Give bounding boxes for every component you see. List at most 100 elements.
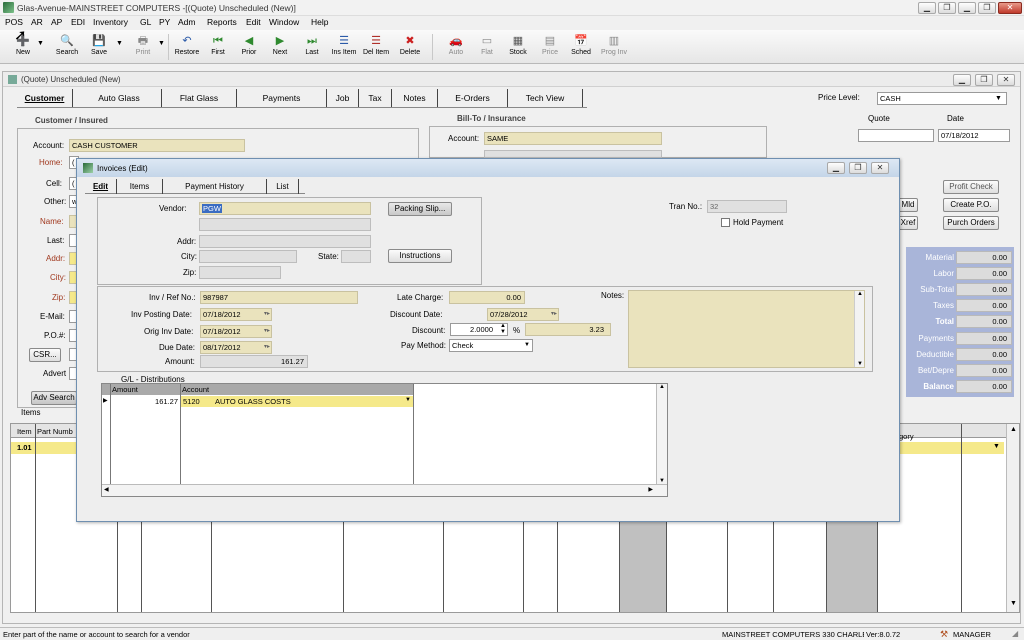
create-po-button[interactable]: Create P.O.	[943, 198, 999, 212]
quote-restore-button[interactable]: ❐	[975, 74, 993, 86]
menu-help[interactable]: Help	[311, 17, 328, 27]
tab-items[interactable]: Items	[117, 179, 163, 194]
tab-payments[interactable]: Payments	[237, 89, 327, 107]
account-field[interactable]: CASH CUSTOMER	[69, 139, 245, 152]
new-dropdown-icon[interactable]: ▼	[37, 40, 44, 47]
menu-edit[interactable]: Edit	[246, 17, 261, 27]
prog-inv-button[interactable]: ▥ Prog Inv	[597, 33, 631, 61]
last-button[interactable]: ⏭ Last	[297, 33, 327, 61]
quote-number-field[interactable]	[858, 129, 934, 142]
tab-edit[interactable]: Edit	[85, 179, 117, 194]
grid-dropdown-icon[interactable]: ▼	[993, 443, 1000, 450]
packing-slip-button[interactable]: Packing Slip...	[388, 202, 452, 216]
app-minimize-button[interactable]: ▁	[958, 2, 976, 14]
prior-button[interactable]: ◀ Prior	[234, 33, 264, 61]
pay-method-select[interactable]: Check ▼	[449, 339, 533, 352]
xref-button[interactable]: Xref	[898, 216, 918, 230]
tab-auto-glass[interactable]: Auto Glass	[77, 89, 162, 107]
quote-close-button[interactable]: ✕	[997, 74, 1015, 86]
first-button[interactable]: ⏮ First	[203, 33, 233, 61]
save-dropdown-icon[interactable]: ▼	[116, 40, 123, 47]
menu-window[interactable]: Window	[269, 17, 299, 27]
due-date-field[interactable]: 08/17/2012 ▾▸	[200, 341, 272, 354]
billto-name-field[interactable]	[484, 150, 662, 158]
instructions-button[interactable]: Instructions	[388, 249, 452, 263]
tab-e-orders[interactable]: E-Orders	[438, 89, 508, 107]
dialog-maximize-button[interactable]: ❐	[849, 162, 867, 174]
menu-edi[interactable]: EDI	[71, 17, 85, 27]
minimize-button[interactable]: ▁	[918, 2, 936, 14]
del-item-button[interactable]: ☰ Del Item	[360, 33, 392, 61]
scroll-down-icon[interactable]: ▼	[857, 361, 863, 367]
close-button[interactable]: ✕	[998, 2, 1022, 14]
search-button[interactable]: 🔍 Search	[52, 33, 82, 61]
auto-button[interactable]: 🚗 Auto	[441, 33, 471, 61]
tab-tech-view[interactable]: Tech View	[508, 89, 583, 107]
sched-button[interactable]: 📅 Sched	[566, 33, 596, 61]
flat-button[interactable]: ▭ Flat	[472, 33, 502, 61]
tab-payment-history[interactable]: Payment History	[163, 179, 267, 194]
price-level-select[interactable]: CASH ▼	[877, 92, 1007, 105]
discount-date-field[interactable]: 07/28/2012 ▾▸	[487, 308, 559, 321]
tab-flat-glass[interactable]: Flat Glass	[162, 89, 237, 107]
delete-button[interactable]: ✖ Delete	[395, 33, 425, 61]
notes-scrollbar[interactable]: ▲ ▼	[854, 291, 864, 367]
vendor-field[interactable]: PGW	[199, 202, 371, 215]
tab-customer[interactable]: Customer	[17, 89, 73, 107]
date-field[interactable]: 07/18/2012	[938, 129, 1010, 142]
scroll-up-icon[interactable]: ▲	[1010, 426, 1017, 433]
discount-amount-field[interactable]: 3.23	[525, 323, 611, 336]
adv-search-button[interactable]: Adv Search	[31, 391, 77, 405]
app-restore-button[interactable]: ❐	[978, 2, 996, 14]
tab-notes[interactable]: Notes	[392, 89, 438, 107]
chevron-down-icon[interactable]: ▼	[405, 397, 411, 403]
inv-posting-date-field[interactable]: 07/18/2012 ▾▸	[200, 308, 272, 321]
inv-ref-field[interactable]: 987987	[200, 291, 358, 304]
menu-ap[interactable]: AP	[51, 17, 62, 27]
tab-tax[interactable]: Tax	[359, 89, 392, 107]
scroll-down-icon[interactable]: ▼	[1010, 600, 1017, 607]
grid-vertical-scrollbar[interactable]: ▲ ▼	[1006, 424, 1019, 612]
scroll-up-icon[interactable]: ▲	[659, 384, 665, 390]
restore-record-button[interactable]: ↶ Restore	[172, 33, 202, 61]
discount-pct-field[interactable]: 2.0000 ▲ ▼	[450, 323, 508, 336]
ins-item-button[interactable]: ☰ Ins Item	[328, 33, 360, 61]
profit-check-button[interactable]: Profit Check	[943, 180, 999, 194]
gl-row-account-cell[interactable]: 5120 AUTO GLASS COSTS ▼	[181, 396, 413, 407]
hold-payment-checkbox[interactable]	[721, 218, 730, 227]
late-charge-field[interactable]: 0.00	[449, 291, 525, 304]
gl-horizontal-scrollbar[interactable]: ◀ ▶	[102, 484, 667, 496]
scroll-up-icon[interactable]: ▲	[857, 291, 863, 297]
billto-account-field[interactable]: SAME	[484, 132, 662, 145]
gl-distributions-grid[interactable]: Amount Account ▶ 161.27 5120 AUTO GLASS …	[101, 383, 668, 497]
menu-reports[interactable]: Reports	[207, 17, 237, 27]
restore-button[interactable]: ❐	[938, 2, 956, 14]
print-button[interactable]: 🖶 Print	[128, 33, 158, 61]
orig-inv-date-field[interactable]: 07/18/2012 ▾▸	[200, 325, 272, 338]
mld-button[interactable]: Mld	[898, 198, 918, 212]
dialog-minimize-button[interactable]: ▁	[827, 162, 845, 174]
scroll-right-icon[interactable]: ▶	[648, 486, 653, 493]
tab-list[interactable]: List	[267, 179, 299, 194]
csr-button[interactable]: CSR...	[29, 348, 61, 362]
spin-icon[interactable]: ▲ ▼	[500, 324, 506, 335]
next-button[interactable]: ▶ Next	[265, 33, 295, 61]
resize-grip-icon[interactable]: ◢	[1012, 629, 1018, 638]
save-button[interactable]: 💾 Save	[84, 33, 114, 61]
price-button[interactable]: ▤ Price	[535, 33, 565, 61]
print-dropdown-icon[interactable]: ▼	[158, 40, 165, 47]
stock-button[interactable]: ▦ Stock	[503, 33, 533, 61]
menu-ar[interactable]: AR	[31, 17, 43, 27]
menu-gl[interactable]: GL	[140, 17, 151, 27]
purch-orders-button[interactable]: Purch Orders	[943, 216, 999, 230]
gl-vertical-scrollbar[interactable]: ▲ ▼	[656, 384, 667, 484]
quote-minimize-button[interactable]: ▁	[953, 74, 971, 86]
notes-textarea[interactable]: ▲ ▼	[628, 290, 865, 368]
menu-py[interactable]: PY	[159, 17, 170, 27]
menu-inventory[interactable]: Inventory	[93, 17, 128, 27]
scroll-left-icon[interactable]: ◀	[104, 486, 109, 493]
dialog-close-button[interactable]: ✕	[871, 162, 889, 174]
menu-adm[interactable]: Adm	[178, 17, 195, 27]
invoices-dialog-titlebar: Invoices (Edit) ▁ ❐ ✕	[77, 159, 899, 177]
tab-job[interactable]: Job	[327, 89, 359, 107]
